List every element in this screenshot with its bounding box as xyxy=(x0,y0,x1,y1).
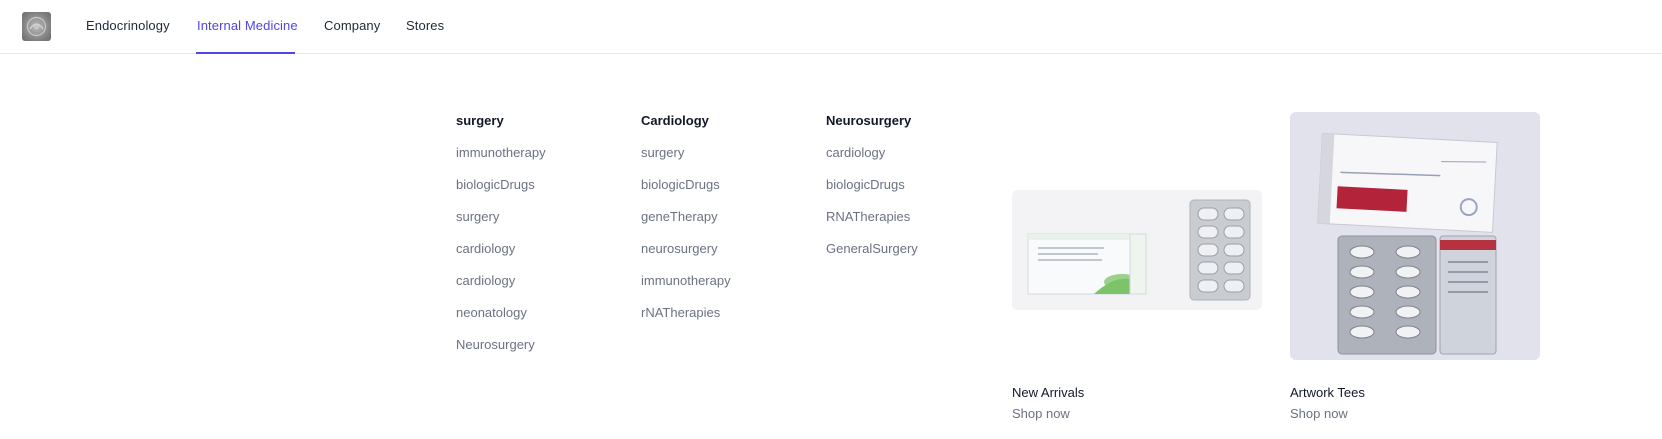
product-image[interactable] xyxy=(1012,190,1262,310)
menu-link[interactable]: surgery xyxy=(456,209,616,225)
nav-company[interactable]: Company xyxy=(324,18,380,33)
nav-internal-medicine[interactable]: Internal Medicine xyxy=(197,18,298,33)
nav-stores[interactable]: Stores xyxy=(406,18,444,33)
menu-column-cardiology: Cardiology surgery biologicDrugs geneThe… xyxy=(641,113,801,321)
menu-link[interactable]: Neurosurgery xyxy=(456,337,616,353)
top-navigation: Endocrinology Internal Medicine Company … xyxy=(0,0,1662,54)
column-heading: surgery xyxy=(456,113,504,128)
card-title[interactable]: Artwork Tees xyxy=(1290,385,1365,400)
menu-link[interactable]: cardiology xyxy=(826,145,986,161)
menu-link[interactable]: cardiology xyxy=(456,273,616,289)
menu-link[interactable]: biologicDrugs xyxy=(826,177,986,193)
menu-link[interactable]: neurosurgery xyxy=(641,241,801,257)
featured-card-artwork-tees[interactable]: Artwork Tees Shop now xyxy=(1290,110,1540,430)
brand-logo[interactable] xyxy=(22,12,51,41)
menu-link[interactable]: RNATherapies xyxy=(826,209,986,225)
menu-link[interactable]: cardiology xyxy=(456,241,616,257)
menu-link[interactable]: neonatology xyxy=(456,305,616,321)
active-tab-indicator xyxy=(196,52,295,54)
shop-now-link[interactable]: Shop now xyxy=(1012,406,1070,421)
column-heading: Neurosurgery xyxy=(826,113,912,128)
column-heading: Cardiology xyxy=(641,113,709,128)
menu-link[interactable]: rNATherapies xyxy=(641,305,801,321)
menu-column-neurosurgery: Neurosurgery cardiology biologicDrugs RN… xyxy=(826,113,986,257)
menu-column-surgery: surgery immunotherapy biologicDrugs surg… xyxy=(456,113,616,353)
menu-link[interactable]: surgery xyxy=(641,145,801,161)
menu-link[interactable]: biologicDrugs xyxy=(456,177,616,193)
card-title[interactable]: New Arrivals xyxy=(1012,385,1084,400)
menu-link[interactable]: biologicDrugs xyxy=(641,177,801,193)
menu-link[interactable]: GeneralSurgery xyxy=(826,241,986,257)
menu-link[interactable]: geneTherapy xyxy=(641,209,801,225)
product-image[interactable] xyxy=(1290,112,1540,360)
menu-link[interactable]: immunotherapy xyxy=(641,273,801,289)
nav-endocrinology[interactable]: Endocrinology xyxy=(86,18,170,33)
shop-now-link[interactable]: Shop now xyxy=(1290,406,1348,421)
featured-card-new-arrivals[interactable]: New Arrivals Shop now xyxy=(1012,110,1262,430)
menu-link[interactable]: immunotherapy xyxy=(456,145,616,161)
